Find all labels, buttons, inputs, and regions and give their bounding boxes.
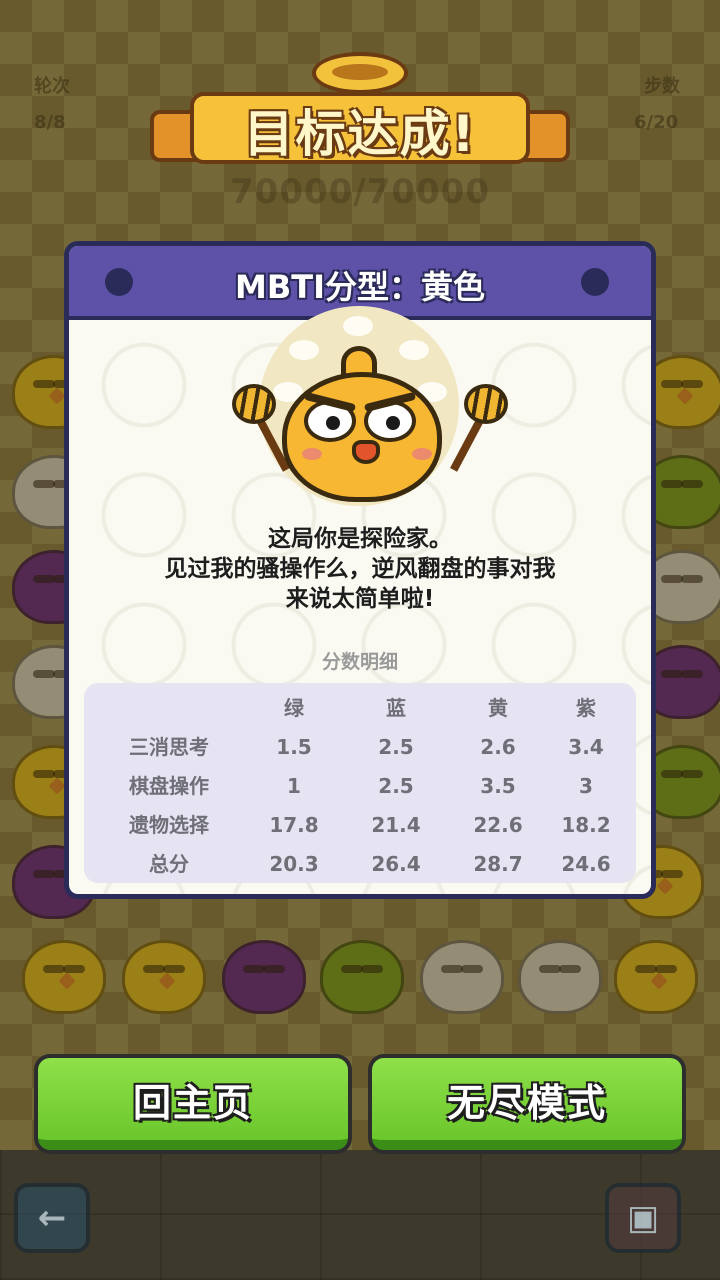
endless-mode-button-label: 无尽模式: [446, 1080, 607, 1125]
table-cell: 1.5: [276, 735, 312, 759]
book-icon[interactable]: ▣: [605, 1183, 681, 1253]
table-cell: 22.6: [473, 813, 523, 837]
home-button-face[interactable]: 回主页: [38, 1058, 348, 1150]
table-cell: 3.5: [480, 774, 516, 798]
table-header-row: 绿 蓝 黄 紫: [84, 689, 636, 727]
goal-achieved-title: 目标达成!: [243, 105, 477, 163]
description-line: 这局你是探险家。: [268, 526, 452, 552]
row-label: 遗物选择: [129, 813, 209, 837]
table-cell: 3.4: [568, 735, 604, 759]
table-row: 三消思考 1.5 2.5 2.6 3.4: [84, 728, 636, 766]
description-line: 来说太简单啦!: [285, 586, 435, 612]
table-cell: 2.5: [378, 774, 414, 798]
score-table: 绿 蓝 黄 紫 三消思考 1.5 2.5 2.6 3.4 棋盘操作 1 2.5 …: [84, 683, 636, 883]
table-cell: 2.5: [378, 735, 414, 759]
arrow-left-icon[interactable]: ←: [14, 1183, 90, 1253]
description-line: 见过我的骚操作么，逆风翻盘的事对我: [164, 556, 556, 582]
score-breakdown-label: 分数明细: [321, 651, 398, 673]
table-cell: 17.8: [269, 813, 319, 837]
round-label: 轮次: [34, 76, 70, 97]
result-card: MBTI分型：黄色 这局你是探险家。 见过我的骚操作么，逆风翻盘的事对我 来说太…: [64, 241, 656, 899]
table-row: 总分 20.3 26.4 28.7 24.6: [84, 845, 636, 883]
table-cell: 24.6: [561, 852, 611, 876]
mbti-type-title: MBTI分型：黄色: [235, 268, 485, 306]
column-header-purple: 紫: [576, 696, 596, 720]
halo-icon: [312, 52, 408, 94]
column-header-green: 绿: [284, 696, 304, 720]
honey-dipper-icon: [232, 384, 276, 424]
column-header-yellow: 黄: [488, 696, 508, 720]
steps-value: 6/20: [634, 112, 679, 133]
table-cell: 20.3: [269, 852, 319, 876]
steps-label: 步数: [644, 76, 680, 97]
column-header-blue: 蓝: [386, 696, 406, 720]
table-cell: 18.2: [561, 813, 611, 837]
endless-mode-button[interactable]: 无尽模式: [368, 1054, 686, 1154]
endless-mode-button-face[interactable]: 无尽模式: [372, 1058, 682, 1150]
yellow-bird-mascot-icon: [224, 306, 514, 506]
honey-dipper-icon: [464, 384, 508, 424]
table-cell: 1: [287, 774, 301, 798]
table-cell: 21.4: [371, 813, 421, 837]
home-button-label: 回主页: [132, 1080, 253, 1125]
table-cell: 3: [579, 774, 593, 798]
score-counter: 70000/70000: [230, 172, 490, 212]
table-row: 棋盘操作 1 2.5 3.5 3: [84, 767, 636, 805]
row-label: 总分: [149, 852, 189, 876]
row-label: 棋盘操作: [129, 774, 209, 798]
home-button[interactable]: 回主页: [34, 1054, 352, 1154]
round-value: 8/8: [34, 112, 66, 133]
row-label: 三消思考: [129, 735, 209, 759]
table-cell: 26.4: [371, 852, 421, 876]
table-cell: 2.6: [480, 735, 516, 759]
table-cell: 28.7: [473, 852, 523, 876]
personality-description: 这局你是探险家。 见过我的骚操作么，逆风翻盘的事对我 来说太简单啦!: [99, 524, 621, 614]
table-row: 遗物选择 17.8 21.4 22.6 18.2: [84, 806, 636, 844]
